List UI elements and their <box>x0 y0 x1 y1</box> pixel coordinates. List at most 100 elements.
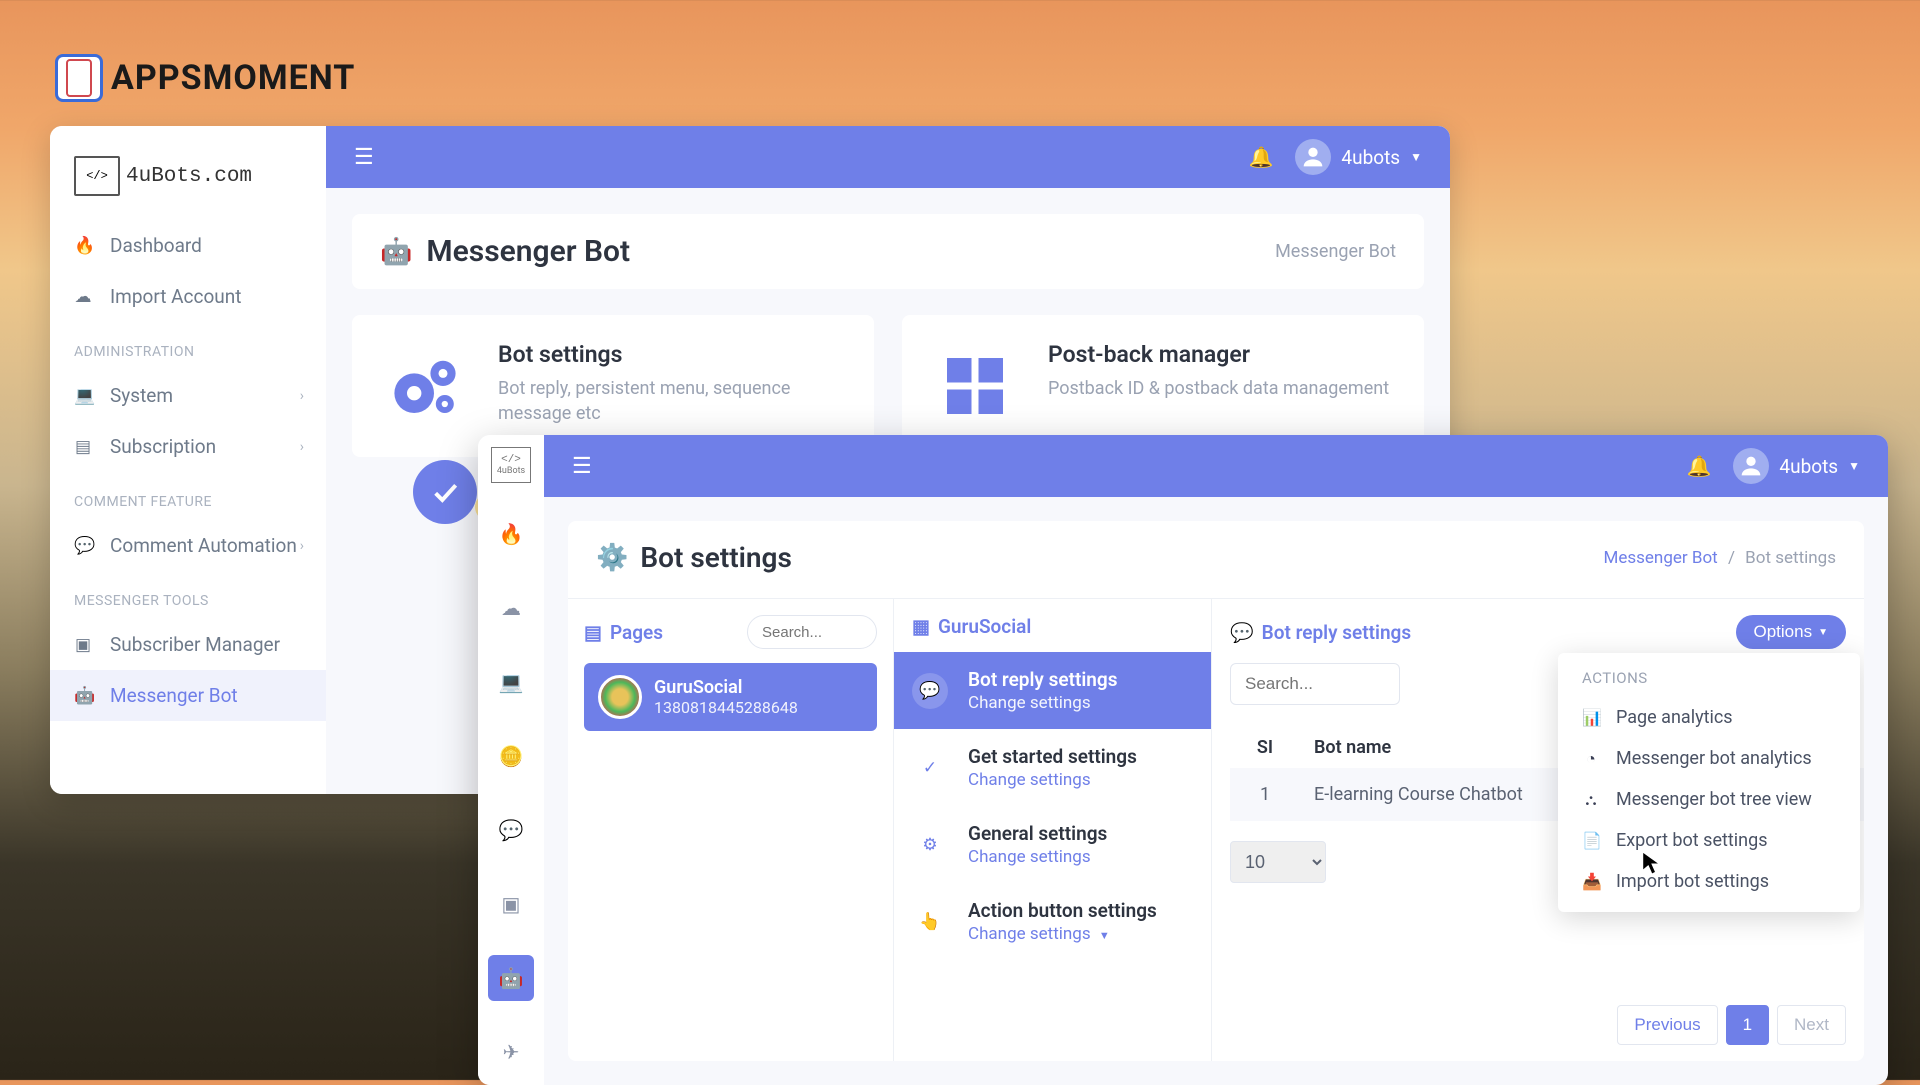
sidebar-item-subscriber-manager[interactable]: ▣ Subscriber Manager <box>50 619 326 670</box>
settings-item-link: Change settings <box>968 770 1137 790</box>
win1-topbar-right: 🔔 4ubots ▼ <box>1249 139 1422 175</box>
page-1-button[interactable]: 1 <box>1726 1005 1769 1045</box>
panel-title: Bot reply settings <box>1262 621 1411 644</box>
rail-logo-glyph: </> <box>501 454 521 466</box>
settings-item-link: Change settings <box>968 847 1107 867</box>
cursor-icon <box>1640 850 1662 876</box>
window-bot-settings: </> 4uBots 🔥 ☁ 💻 🪙 💬 ▣ 🤖 ✈ ☰ 🔔 4ubots ▼ <box>478 435 1888 1085</box>
sidebar-label: Subscriber Manager <box>110 633 280 656</box>
rail-item-comments[interactable]: 💬 <box>488 807 534 853</box>
win2-icon-rail: </> 4uBots 🔥 ☁ 💻 🪙 💬 ▣ 🤖 ✈ <box>478 435 544 1085</box>
cloud-download-icon: ☁ <box>74 287 92 307</box>
page-title: 🤖 Messenger Bot <box>380 234 630 269</box>
win2-page-header: ⚙️ Bot settings Messenger Bot / Bot sett… <box>568 521 1864 574</box>
action-bot-tree-view[interactable]: ⛬ Messenger bot tree view <box>1558 779 1860 820</box>
sidebar-item-system[interactable]: 💻 System › <box>50 370 326 421</box>
settings-item-bot-reply[interactable]: 💬 Bot reply settings Change settings <box>894 652 1211 729</box>
sidebar-item-import-account[interactable]: ☁ Import Account <box>50 271 326 322</box>
sidebar-item-messenger-bot[interactable]: 🤖 Messenger Bot <box>50 670 326 721</box>
settings-item-body: General settings Change settings <box>968 822 1107 867</box>
card-title: Post-back manager <box>1048 341 1389 368</box>
settings-item-title: Action button settings <box>968 899 1157 922</box>
pages-search-input[interactable] <box>747 615 877 649</box>
settings-item-action-button[interactable]: 👆 Action button settings Change settings… <box>894 883 1211 960</box>
rail-item-subscription[interactable]: 🪙 <box>488 733 534 779</box>
robot-icon: 🤖 <box>499 966 524 990</box>
rail-item-messenger-bot[interactable]: 🤖 <box>488 955 534 1001</box>
settings-item-body: Get started settings Change settings <box>968 745 1137 790</box>
caret-down-icon: ▼ <box>1818 627 1828 638</box>
coins-icon: 🪙 <box>499 744 524 768</box>
action-export-bot[interactable]: 📄 Export bot settings <box>1558 820 1860 861</box>
sidebar-item-dashboard[interactable]: 🔥 Dashboard <box>50 220 326 271</box>
page-list-item[interactable]: GuruSocial 1380818445288648 <box>584 663 877 731</box>
settings-item-title: Bot reply settings <box>968 668 1117 691</box>
settings-item-link: Change settings ▼ <box>968 924 1157 944</box>
rail-item-import[interactable]: ☁ <box>488 585 534 631</box>
pagination: Previous 1 Next <box>1617 1005 1846 1045</box>
settings-item-get-started[interactable]: ✓ Get started settings Change settings <box>894 729 1211 806</box>
card-body: Bot settings Bot reply, persistent menu,… <box>498 341 846 426</box>
win1-sidebar: </> 4uBots.com 🔥 Dashboard ☁ Import Acco… <box>50 126 326 794</box>
win1-logo-text: 4uBots.com <box>126 165 252 188</box>
section-administration: ADMINISTRATION <box>50 322 326 370</box>
prev-button[interactable]: Previous <box>1617 1005 1717 1045</box>
page-id: 1380818445288648 <box>654 698 798 717</box>
breadcrumb-sep: / <box>1728 548 1735 568</box>
action-label: Export bot settings <box>1616 830 1767 851</box>
sidebar-item-comment-automation[interactable]: 💬 Comment Automation › <box>50 520 326 571</box>
action-label: Messenger bot tree view <box>1616 789 1812 810</box>
rail-item-subscriber[interactable]: ▣ <box>488 881 534 927</box>
chevron-right-icon: › <box>300 538 304 554</box>
win1-page-header: 🤖 Messenger Bot Messenger Bot <box>352 214 1424 289</box>
bell-icon[interactable]: 🔔 <box>1249 145 1274 169</box>
caret-down-icon: ▼ <box>1848 459 1860 473</box>
sidebar-label: Import Account <box>110 285 241 308</box>
settings-item-title: General settings <box>968 822 1107 845</box>
pointer-icon: 👆 <box>912 904 948 940</box>
win2-main: ☰ 🔔 4ubots ▼ ⚙️ Bot settings M <box>544 435 1888 1085</box>
card-icon: ▤ <box>74 437 92 457</box>
user-menu[interactable]: 4ubots ▼ <box>1295 139 1422 175</box>
action-page-analytics[interactable]: 📊 Page analytics <box>1558 697 1860 738</box>
grid-icon <box>930 341 1020 431</box>
action-import-bot[interactable]: 📥 Import bot settings <box>1558 861 1860 902</box>
panel-title: Pages <box>610 621 663 644</box>
user-menu[interactable]: 4ubots ▼ <box>1733 448 1860 484</box>
appsmoment-logo-icon <box>55 54 103 102</box>
breadcrumb-current: Bot settings <box>1745 548 1836 568</box>
page-title: ⚙️ Bot settings <box>596 541 792 574</box>
bell-icon[interactable]: 🔔 <box>1687 454 1712 478</box>
rail-item-send[interactable]: ✈ <box>488 1029 534 1075</box>
laptop-icon: 💻 <box>499 670 524 694</box>
sidebar-label: Dashboard <box>110 234 202 257</box>
card-body: Post-back manager Postback ID & postback… <box>1048 341 1389 401</box>
page-title-text: Messenger Bot <box>426 234 630 269</box>
card-desc: Postback ID & postback data management <box>1048 376 1389 401</box>
avatar-icon <box>1733 448 1769 484</box>
options-button[interactable]: Options ▼ <box>1736 615 1847 649</box>
action-bot-analytics[interactable]: ◔ Messenger bot analytics <box>1558 738 1860 779</box>
next-button[interactable]: Next <box>1777 1005 1846 1045</box>
page-size-select[interactable]: 10 <box>1230 841 1326 883</box>
action-label: Import bot settings <box>1616 871 1769 892</box>
sidebar-item-subscription[interactable]: ▤ Subscription › <box>50 421 326 472</box>
breadcrumb-link[interactable]: Messenger Bot <box>1604 548 1718 568</box>
cogs-icon <box>380 341 470 431</box>
laptop-icon: 💻 <box>74 386 92 406</box>
cloud-download-icon: ☁ <box>501 596 521 620</box>
pie-chart-icon: ◔ <box>1582 749 1600 769</box>
rail-item-system[interactable]: 💻 <box>488 659 534 705</box>
col-header-si: SI <box>1230 737 1300 758</box>
user-name: 4ubots <box>1779 455 1838 478</box>
panel-reply-head: 💬 Bot reply settings Options ▼ <box>1230 615 1864 649</box>
options-label: Options <box>1754 622 1813 642</box>
rail-item-dashboard[interactable]: 🔥 <box>488 511 534 557</box>
sidebar-label: Comment Automation <box>110 534 297 557</box>
reply-search-input[interactable] <box>1230 663 1400 705</box>
settings-item-general[interactable]: ⚙ General settings Change settings <box>894 806 1211 883</box>
win2-body: ⚙️ Bot settings Messenger Bot / Bot sett… <box>568 521 1864 1061</box>
hamburger-icon[interactable]: ☰ <box>354 145 374 170</box>
grid-icon: ▦ <box>912 615 930 638</box>
hamburger-icon[interactable]: ☰ <box>572 454 592 479</box>
